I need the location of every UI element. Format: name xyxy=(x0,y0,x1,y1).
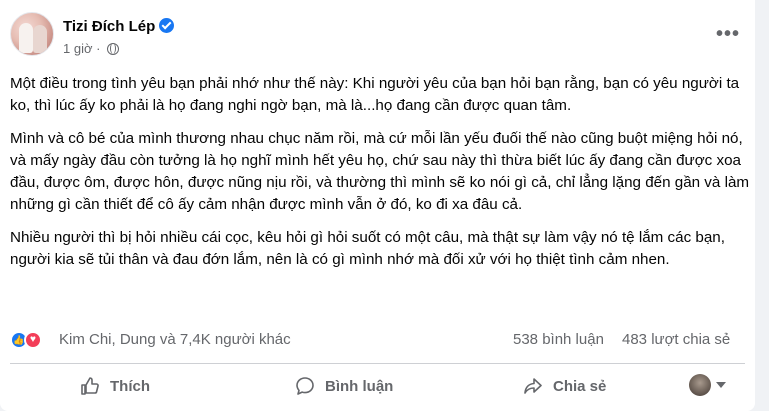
avatar-figure xyxy=(33,25,47,53)
share-count[interactable]: 483 lượt chia sẻ xyxy=(622,331,730,348)
post-stats: 👍 ♥ Kim Chi, Dung và 7,4K người khác 538… xyxy=(10,330,745,350)
love-reaction-icon: ♥ xyxy=(24,331,42,349)
comment-label: Bình luận xyxy=(325,377,394,395)
profile-switcher[interactable] xyxy=(689,372,729,400)
globe-icon xyxy=(107,43,120,55)
author-name[interactable]: Tizi Đích Lép xyxy=(63,18,155,35)
profile-avatar xyxy=(689,374,711,396)
author-name-row: Tizi Đích Lép xyxy=(63,18,175,35)
comment-bubble-icon xyxy=(296,377,314,395)
like-button[interactable]: Thích xyxy=(80,368,150,404)
verified-badge-icon xyxy=(159,18,175,33)
comment-count[interactable]: 538 bình luận xyxy=(513,331,604,348)
post-header: Tizi Đích Lép 1 giờ · ••• xyxy=(10,12,745,62)
reactors-summary[interactable]: Kim Chi, Dung và 7,4K người khác xyxy=(59,331,291,348)
action-bar: Thích Bình luận Chia sẻ xyxy=(10,368,745,404)
divider xyxy=(10,363,745,364)
thumbs-up-icon xyxy=(81,377,99,395)
reaction-icons[interactable]: 👍 ♥ xyxy=(10,330,50,350)
share-arrow-icon xyxy=(524,378,542,394)
more-options-button[interactable]: ••• xyxy=(710,24,746,48)
comment-button[interactable]: Bình luận xyxy=(295,368,393,404)
share-label: Chia sẻ xyxy=(553,377,607,395)
post-paragraph: Một điều trong tình yêu bạn phải nhớ như… xyxy=(10,75,740,114)
like-label: Thích xyxy=(110,377,150,395)
post-meta: 1 giờ · xyxy=(63,41,120,56)
post-card: Tizi Đích Lép 1 giờ · ••• Một điều trong… xyxy=(0,0,755,411)
scroll-gutter xyxy=(755,0,769,411)
share-button[interactable]: Chia sẻ xyxy=(523,368,606,404)
author-avatar[interactable] xyxy=(10,12,54,56)
avatar-figure xyxy=(19,23,33,53)
post-body: Một điều trong tình yêu bạn phải nhớ như… xyxy=(10,73,750,282)
post-paragraph: Mình và cô bé của mình thương nhau chục … xyxy=(10,130,750,213)
post-time[interactable]: 1 giờ xyxy=(63,41,93,56)
post-paragraph: Nhiều người thì bị hỏi nhiều cái cọc, kê… xyxy=(10,229,725,268)
chevron-down-icon xyxy=(716,382,726,388)
